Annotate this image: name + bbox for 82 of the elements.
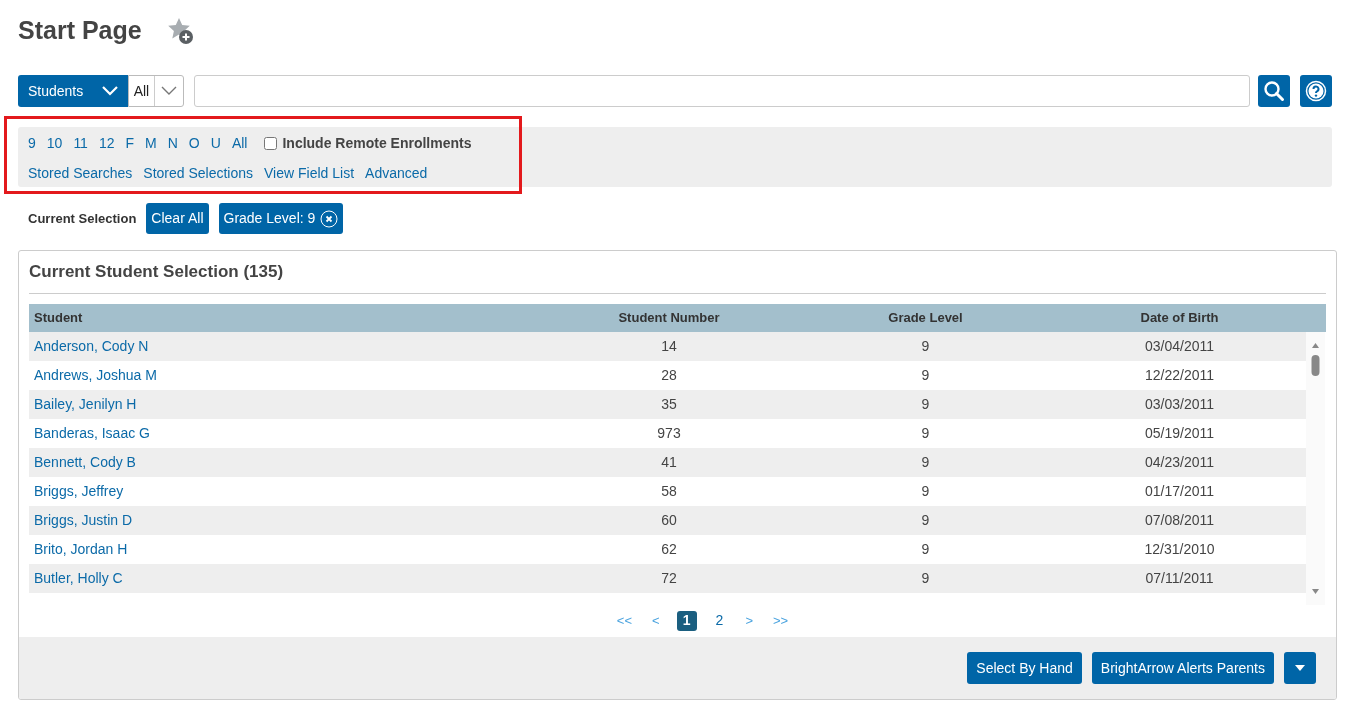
scope-dropdown[interactable]: All	[127, 75, 185, 107]
column-header[interactable]: Student Number	[540, 307, 798, 328]
search-icon	[1263, 80, 1286, 102]
table-cell-text: 07/08/2011	[1144, 510, 1215, 530]
table-cell-text: 9	[920, 452, 931, 472]
grade-filter-link[interactable]: F	[125, 132, 135, 154]
table-cell-text: 28	[660, 365, 678, 385]
table-cell-text: 01/17/2011	[1144, 481, 1215, 501]
grade-filter-link[interactable]: 10	[46, 132, 63, 154]
table-cell-text: 04/23/2011	[1144, 452, 1215, 472]
table-cell-text: 9	[920, 336, 931, 356]
current-selection-label: Current Selection	[28, 209, 137, 228]
table-cell-text: 41	[660, 452, 678, 472]
grade-filter-link[interactable]: All	[231, 132, 248, 154]
table-cell-text: 12/31/2010	[1143, 539, 1216, 559]
table-cell-text: 03/04/2011	[1144, 336, 1215, 356]
footer-button[interactable]: Select By Hand	[967, 652, 1082, 684]
table-cell-text: 03/03/2011	[1144, 394, 1215, 414]
table-cell-text: 9	[920, 394, 931, 414]
table-cell-text: 62	[660, 539, 678, 559]
grade-filter-link[interactable]: N	[167, 132, 178, 154]
table-cell-text: 9	[920, 481, 931, 501]
card-title: Current Student Selection (135)	[29, 259, 1326, 294]
pager-nav-button[interactable]: >	[742, 610, 756, 631]
more-actions-button[interactable]	[1284, 652, 1316, 684]
student-name-link[interactable]: Bailey, Jenilyn H	[29, 393, 540, 415]
search-link[interactable]: Stored Searches	[28, 163, 133, 184]
student-name-link[interactable]: Briggs, Justin D	[29, 509, 540, 531]
table-cell-text: 12/22/2011	[1144, 365, 1215, 385]
table-cell-text: 60	[660, 510, 678, 530]
chevron-down-icon	[161, 86, 178, 96]
pager-nav-button[interactable]: >>	[770, 610, 792, 631]
checkbox-label: Include Remote Enrollments	[282, 133, 472, 153]
student-name-link[interactable]: Briggs, Jeffrey	[29, 480, 540, 502]
help-icon	[1305, 80, 1328, 102]
student-name-link[interactable]: Butler, Holly C	[29, 567, 540, 589]
pager-nav-button[interactable]: <<	[613, 610, 635, 631]
grade-filter-link[interactable]: M	[145, 132, 157, 154]
student-name-link[interactable]: Brito, Jordan H	[29, 538, 540, 560]
table-cell-text: 35	[660, 394, 678, 414]
chevron-down-icon	[101, 86, 118, 96]
pager-nav-button[interactable]: <	[649, 610, 663, 631]
record-type-dropdown[interactable]: Students	[18, 75, 128, 107]
table-cell-text: 9	[920, 539, 931, 559]
column-header[interactable]: Student	[29, 307, 540, 328]
student-name-link[interactable]: Banderas, Isaac G	[29, 422, 540, 444]
grade-filter-link[interactable]: 9	[28, 132, 36, 154]
table-cell-text: 9	[920, 510, 931, 530]
table-cell-text: 58	[660, 481, 678, 501]
table-cell-text: 07/11/2011	[1144, 568, 1215, 588]
table-cell-text: 973	[656, 423, 682, 443]
table-cell-text: 14	[660, 336, 678, 356]
search-link[interactable]: Stored Selections	[143, 163, 254, 184]
student-name-link[interactable]: Bennett, Cody B	[29, 451, 540, 473]
column-header[interactable]: Grade Level	[798, 307, 1053, 328]
grade-filter-link[interactable]: 12	[98, 132, 115, 154]
remote-enrollments-checkbox[interactable]	[264, 136, 278, 150]
search-field[interactable]	[194, 75, 1251, 107]
table-cell-text: 9	[920, 365, 931, 385]
clear-all-button[interactable]: Clear All	[146, 203, 209, 234]
grade-filter-link[interactable]: 11	[73, 132, 88, 154]
table-cell-text: 9	[920, 568, 931, 588]
caret-down-icon	[1295, 665, 1305, 671]
search-link[interactable]: Advanced	[365, 163, 428, 184]
help-button[interactable]	[1300, 75, 1332, 107]
page-button[interactable]: 1	[676, 610, 697, 631]
page-button[interactable]: 2	[710, 610, 729, 631]
table-cell-text: 05/19/2011	[1144, 423, 1215, 443]
search-button[interactable]	[1258, 75, 1291, 107]
filter-chip: Grade Level: 9	[218, 203, 344, 234]
student-name-link[interactable]: Anderson, Cody N	[29, 335, 540, 357]
page-title: Start Page	[18, 15, 142, 47]
student-name-link[interactable]: Andrews, Joshua M	[29, 364, 540, 386]
column-header[interactable]: Date of Birth	[1053, 307, 1306, 328]
table-cell-text: 9	[920, 423, 931, 443]
remove-filter-button[interactable]	[320, 209, 339, 228]
grade-filter-link[interactable]: U	[210, 132, 221, 154]
table-cell-text: 72	[660, 568, 678, 588]
close-icon	[320, 209, 339, 228]
search-link[interactable]: View Field List	[264, 163, 355, 184]
footer-button[interactable]: BrightArrow Alerts Parents	[1091, 652, 1274, 684]
grade-filter-link[interactable]: O	[188, 132, 200, 154]
